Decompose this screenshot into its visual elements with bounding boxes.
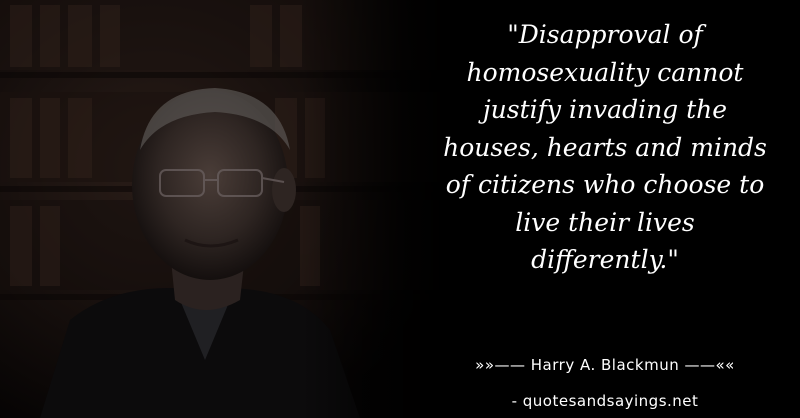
portrait-image [0,0,440,418]
quote-line: differently." [531,245,679,274]
quote-line: justify invading the [482,95,728,124]
quote-line: homosexuality cannot [466,57,744,87]
quote-line: "Disapproval of [507,20,703,49]
quote-line: of citizens who choose to [445,170,765,199]
quote-card: "Disapproval of homosexuality cannot jus… [0,0,800,418]
quote-line: live their lives [515,207,695,237]
source-credit: - quotesandsayings.net [511,392,699,410]
quote-text: "Disapproval of homosexuality cannot jus… [420,16,790,279]
quote-line: houses, hearts and minds [443,132,767,162]
author-attribution: »»—— Harry A. Blackmun ——«« [475,356,735,374]
portrait-fade [300,0,440,418]
